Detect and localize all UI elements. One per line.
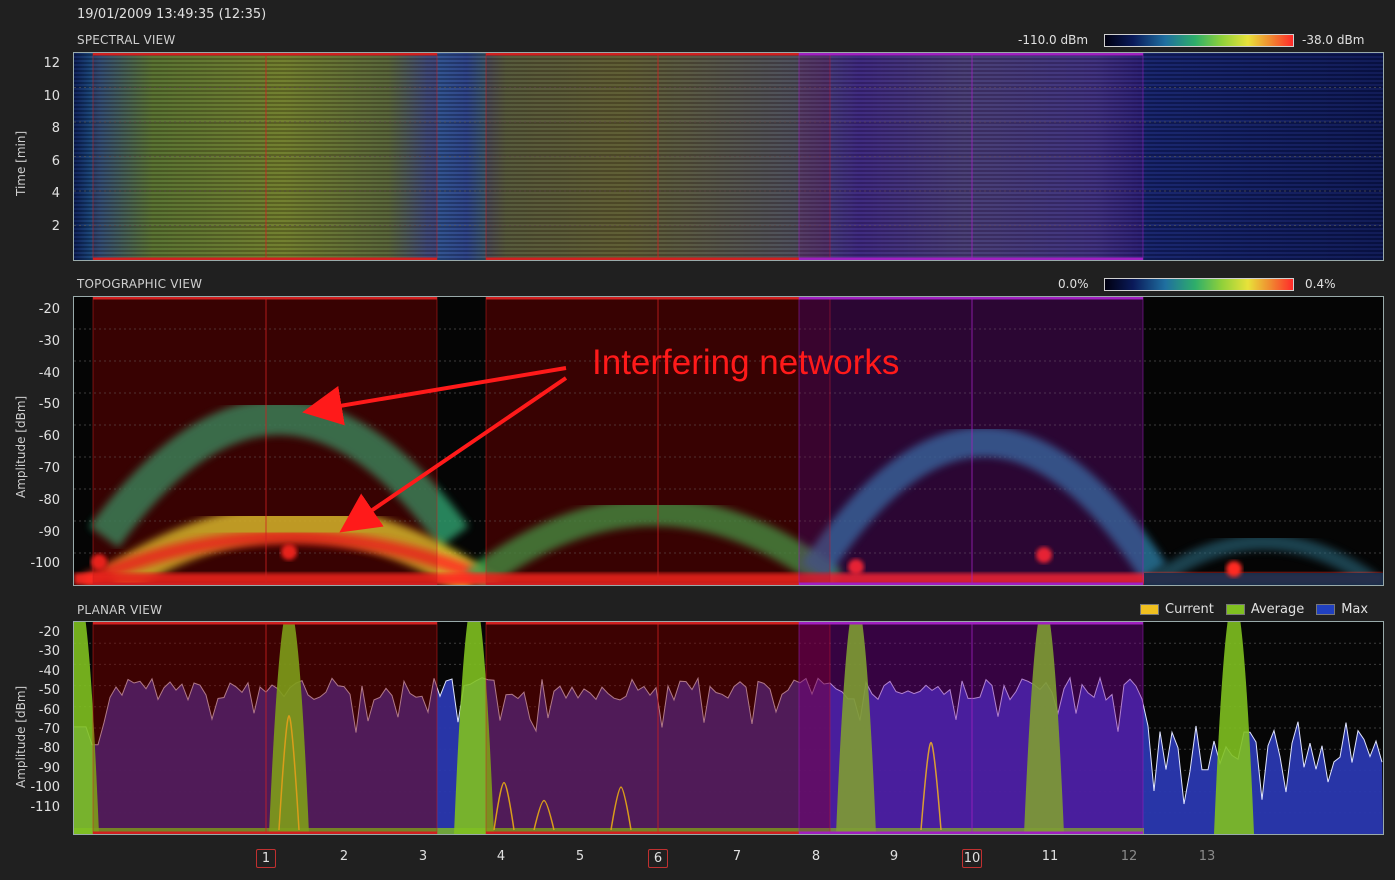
topographic-y-tick: -50: [38, 397, 60, 413]
legend-current-swatch: [1140, 604, 1159, 615]
topographic-view-title: TOPOGRAPHIC VIEW: [77, 277, 203, 291]
planar-y-tick: -110: [30, 799, 60, 815]
spectral-scale-min: -110.0 dBm: [1018, 33, 1089, 47]
planar-y-tick: -80: [38, 741, 60, 757]
planar-y-tick: -30: [38, 644, 60, 660]
legend-average-label: Average: [1250, 602, 1305, 617]
channel-tick-9[interactable]: 9: [882, 849, 906, 864]
network-region-1: [93, 53, 437, 260]
legend-max[interactable]: Max: [1316, 602, 1368, 617]
spectral-y-tick: 10: [43, 88, 60, 104]
planar-y-tick: -40: [38, 663, 60, 679]
spectral-y-tick: 8: [51, 121, 60, 137]
legend-current[interactable]: Current: [1140, 602, 1214, 617]
network-region-3: [799, 622, 1143, 834]
topographic-y-tick: -40: [38, 365, 60, 381]
planar-y-tick: -50: [38, 683, 60, 699]
legend-max-label: Max: [1341, 602, 1369, 617]
topographic-y-tick: -20: [38, 302, 60, 317]
topographic-scale-max: 0.4%: [1305, 277, 1336, 291]
planar-y-tick: -20: [38, 625, 60, 640]
topographic-y-tick: -100: [30, 556, 60, 572]
channel-tick-11[interactable]: 11: [1038, 849, 1062, 864]
channel-tick-3[interactable]: 3: [411, 849, 435, 864]
network-region-1: [93, 297, 437, 585]
spectral-plot[interactable]: [73, 52, 1384, 261]
planar-legend: Current Average Max: [1140, 602, 1368, 617]
spectral-y-tick: 4: [51, 186, 60, 202]
network-region-1: [93, 622, 437, 834]
spectral-y-tick: 6: [51, 153, 60, 169]
planar-y-tick: -100: [30, 780, 60, 796]
topographic-y-tick: -80: [38, 492, 60, 508]
timestamp: 19/01/2009 13:49:35 (12:35): [77, 7, 267, 22]
topographic-y-tick: -90: [38, 524, 60, 540]
channel-tick-7[interactable]: 7: [725, 849, 749, 864]
spectral-overlay: [74, 53, 1383, 260]
spectral-y-tick: 12: [43, 56, 60, 71]
channel-tick-8[interactable]: 8: [804, 849, 828, 864]
spectral-y-tick: 2: [51, 219, 60, 234]
topographic-plot[interactable]: [73, 296, 1384, 586]
legend-max-swatch: [1316, 604, 1336, 615]
spectral-view-title: SPECTRAL VIEW: [77, 33, 176, 47]
planar-y-tick: -70: [38, 722, 60, 737]
channel-tick-4[interactable]: 4: [489, 849, 513, 864]
spectral-scale-max: -38.0 dBm: [1302, 33, 1365, 47]
topographic-y-tick: -70: [38, 461, 60, 476]
planar-plot[interactable]: [73, 621, 1384, 835]
channel-tick-2[interactable]: 2: [332, 849, 356, 864]
channel-tick-5[interactable]: 5: [568, 849, 592, 864]
topographic-color-scale: [1104, 278, 1294, 291]
planar-y-tick: -60: [38, 702, 60, 718]
legend-average[interactable]: Average: [1225, 602, 1305, 617]
planar-overlay: [74, 622, 1383, 834]
channel-tick-1[interactable]: 1: [256, 849, 276, 868]
network-region-3: [799, 53, 1143, 260]
channel-tick-10[interactable]: 10: [962, 849, 982, 868]
planar-y-tick: -90: [38, 760, 60, 776]
annotation-label: Interfering networks: [592, 343, 900, 382]
spectral-color-scale: [1104, 34, 1294, 47]
topographic-y-tick: -30: [38, 333, 60, 349]
topographic-overlay: [74, 297, 1383, 585]
legend-current-label: Current: [1165, 602, 1214, 617]
channel-tick-6[interactable]: 6: [648, 849, 668, 868]
planar-view-title: PLANAR VIEW: [77, 603, 163, 617]
topographic-scale-min: 0.0%: [1058, 277, 1089, 291]
channel-tick-13[interactable]: 13: [1195, 849, 1219, 864]
channel-tick-12[interactable]: 12: [1117, 849, 1141, 864]
legend-average-swatch: [1225, 604, 1245, 615]
network-region-3: [799, 297, 1143, 585]
topographic-y-tick: -60: [38, 429, 60, 445]
